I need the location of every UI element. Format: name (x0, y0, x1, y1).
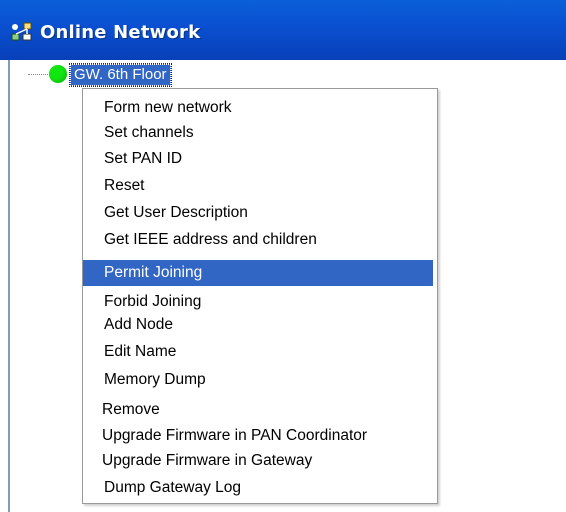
menu-item-memory-dump[interactable]: Memory Dump (104, 367, 206, 393)
menu-item-set-pan-id[interactable]: Set PAN ID (104, 146, 182, 172)
menu-item-edit-name[interactable]: Edit Name (104, 339, 176, 365)
menu-item-upgrade-firmware-pan[interactable]: Upgrade Firmware in PAN Coordinator (102, 423, 367, 449)
menu-item-permit-joining[interactable]: Permit Joining (83, 260, 433, 286)
menu-item-get-ieee-address[interactable]: Get IEEE address and children (104, 227, 317, 253)
menu-item-upgrade-firmware-gateway[interactable]: Upgrade Firmware in Gateway (102, 448, 312, 474)
window-title: Online Network (40, 22, 201, 43)
menu-item-add-node[interactable]: Add Node (104, 312, 173, 338)
menu-item-dump-gateway-log[interactable]: Dump Gateway Log (104, 475, 241, 501)
status-online-icon[interactable] (49, 65, 67, 83)
menu-item-form-new-network[interactable]: Form new network (104, 95, 231, 121)
title-bar[interactable]: Online Network (0, 0, 566, 60)
tree-connector-line (28, 74, 48, 75)
menu-item-get-user-description[interactable]: Get User Description (104, 200, 248, 226)
menu-item-remove[interactable]: Remove (102, 397, 160, 423)
online-network-window: Online Network GW. 6th Floor Form new ne… (0, 0, 566, 512)
tree-node-gateway[interactable]: GW. 6th Floor (69, 63, 172, 87)
context-menu: Form new network Set channels Set PAN ID… (82, 88, 438, 504)
network-icon (11, 22, 32, 41)
menu-item-reset[interactable]: Reset (104, 173, 145, 199)
menu-item-set-channels[interactable]: Set channels (104, 120, 194, 146)
